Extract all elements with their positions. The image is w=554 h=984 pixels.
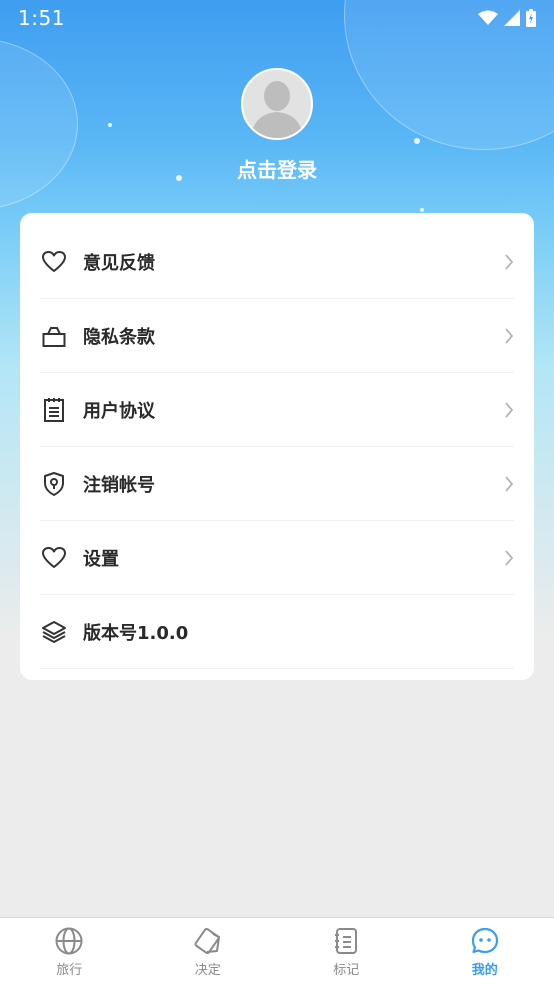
menu-item-delete-account[interactable]: 注销帐号 [40,447,514,521]
heart-icon [40,248,68,276]
login-button[interactable]: 点击登录 [237,154,317,183]
menu-item-label: 意见反馈 [83,252,155,274]
wifi-icon [478,10,498,25]
chevron-right-icon [504,549,514,567]
tab-label: 标记 [333,963,360,978]
chat-face-icon [471,927,498,954]
menu-item-label: 用户协议 [83,400,155,422]
layers-icon [40,618,68,646]
status-time: 1:51 [18,6,65,30]
version-label: 版本号1.0.0 [83,622,189,644]
tab-label: 我的 [471,963,498,978]
menu-card: 意见反馈 隐私条款 用户协议 注销帐号 设置 版本号1.0.0 [20,213,534,680]
battery-icon [526,9,536,27]
tab-mark[interactable]: 标记 [277,918,416,984]
tab-label: 决定 [194,963,221,978]
menu-item-label: 隐私条款 [83,326,155,348]
menu-item-privacy[interactable]: 隐私条款 [40,299,514,373]
profile-section: 点击登录 [0,68,554,183]
tab-mine[interactable]: 我的 [416,918,554,984]
lock-icon [40,322,68,350]
decorative-dot [420,208,424,212]
avatar-placeholder-icon [243,70,311,138]
clipboard-icon [40,396,68,424]
chevron-right-icon [504,475,514,493]
status-icons [478,9,536,27]
chevron-right-icon [504,401,514,419]
signal-icon [504,10,520,26]
globe-icon [55,927,83,955]
menu-item-user-agreement[interactable]: 用户协议 [40,373,514,447]
shield-icon [40,470,68,498]
menu-item-feedback[interactable]: 意见反馈 [40,225,514,299]
tab-travel[interactable]: 旅行 [0,918,139,984]
cards-icon [194,928,220,954]
menu-item-version: 版本号1.0.0 [40,595,514,669]
heart-icon [40,544,68,572]
chevron-right-icon [504,327,514,345]
tab-decide[interactable]: 决定 [139,918,278,984]
tab-label: 旅行 [56,963,83,978]
bottom-tab-bar: 旅行 决定 标记 我的 [0,917,554,984]
menu-item-label: 设置 [83,548,119,570]
menu-item-label: 注销帐号 [83,474,155,496]
notebook-icon [335,928,358,954]
menu-item-settings[interactable]: 设置 [40,521,514,595]
chevron-right-icon [504,253,514,271]
avatar[interactable] [241,68,313,140]
status-bar: 1:51 [0,0,554,36]
